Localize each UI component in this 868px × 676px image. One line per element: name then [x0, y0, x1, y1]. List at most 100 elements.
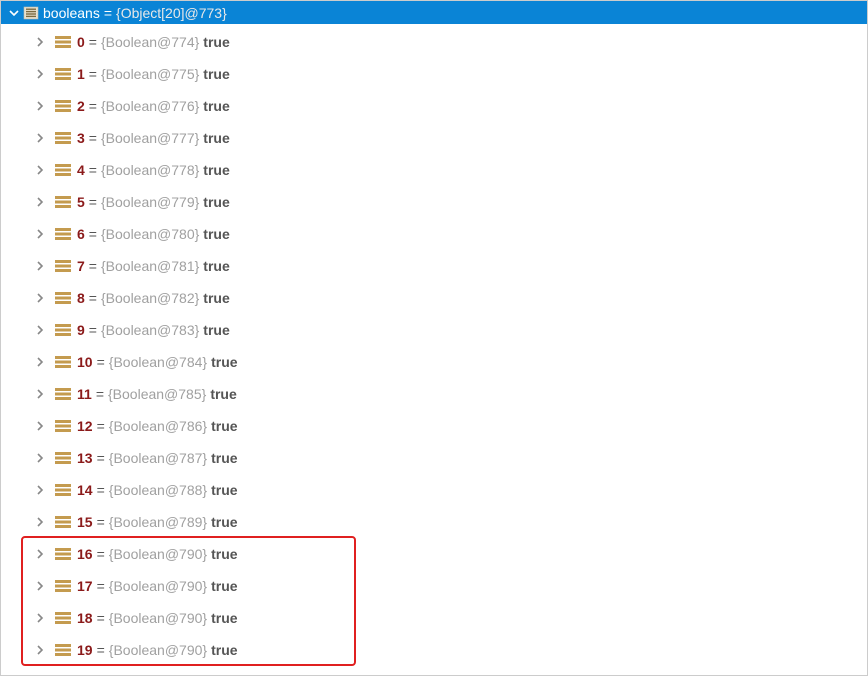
- chevron-right-icon: [35, 133, 49, 143]
- entry-index: 11: [77, 386, 92, 402]
- entry-value: true: [210, 386, 236, 402]
- entry-type-ref: {Boolean@788}: [109, 482, 207, 498]
- equals-label: =: [97, 546, 105, 562]
- array-entry[interactable]: 1 = {Boolean@775}true: [1, 58, 867, 90]
- array-entry[interactable]: 17 = {Boolean@790}true: [1, 570, 867, 602]
- entry-index: 18: [77, 610, 93, 626]
- entry-type-ref: {Boolean@785}: [108, 386, 206, 402]
- array-element-icon: [55, 515, 71, 529]
- array-entry[interactable]: 14 = {Boolean@788}true: [1, 474, 867, 506]
- entry-index: 9: [77, 322, 85, 338]
- entry-type-ref: {Boolean@774}: [101, 34, 199, 50]
- entry-type-ref: {Boolean@790}: [109, 578, 207, 594]
- entry-value: true: [203, 290, 229, 306]
- chevron-right-icon: [35, 421, 49, 431]
- array-element-icon: [55, 451, 71, 465]
- chevron-right-icon: [35, 325, 49, 335]
- array-entry[interactable]: 7 = {Boolean@781}true: [1, 250, 867, 282]
- entry-value: true: [203, 162, 229, 178]
- equals-label: =: [97, 450, 105, 466]
- chevron-right-icon: [35, 357, 49, 367]
- equals-label: =: [97, 514, 105, 530]
- array-entries-list: 0 = {Boolean@774}true1 = {Boolean@775}tr…: [1, 24, 867, 666]
- entry-type-ref: {Boolean@775}: [101, 66, 199, 82]
- entry-type-ref: {Boolean@786}: [109, 418, 207, 434]
- equals-label: =: [89, 130, 97, 146]
- entry-value: true: [203, 258, 229, 274]
- array-element-icon: [55, 419, 71, 433]
- equals-label: =: [89, 98, 97, 114]
- entry-value: true: [203, 34, 229, 50]
- entry-index: 8: [77, 290, 85, 306]
- entry-type-ref: {Boolean@787}: [109, 450, 207, 466]
- equals-label: =: [89, 322, 97, 338]
- entry-value: true: [211, 642, 237, 658]
- entry-index: 7: [77, 258, 85, 274]
- entry-value: true: [211, 514, 237, 530]
- entry-value: true: [203, 194, 229, 210]
- array-entry[interactable]: 12 = {Boolean@786}true: [1, 410, 867, 442]
- entry-index: 5: [77, 194, 85, 210]
- array-entry[interactable]: 3 = {Boolean@777}true: [1, 122, 867, 154]
- entry-index: 6: [77, 226, 85, 242]
- equals-label: =: [89, 162, 97, 178]
- entry-type-ref: {Boolean@782}: [101, 290, 199, 306]
- array-element-icon: [55, 387, 71, 401]
- entry-index: 16: [77, 546, 93, 562]
- array-element-icon: [55, 227, 71, 241]
- array-element-icon: [55, 323, 71, 337]
- array-element-icon: [55, 643, 71, 657]
- array-entry[interactable]: 15 = {Boolean@789}true: [1, 506, 867, 538]
- entry-type-ref: {Boolean@777}: [101, 130, 199, 146]
- equals-label: =: [89, 194, 97, 210]
- chevron-right-icon: [35, 517, 49, 527]
- chevron-right-icon: [35, 101, 49, 111]
- chevron-right-icon: [35, 645, 49, 655]
- array-entry[interactable]: 18 = {Boolean@790}true: [1, 602, 867, 634]
- entry-value: true: [211, 546, 237, 562]
- array-entry[interactable]: 2 = {Boolean@776}true: [1, 90, 867, 122]
- array-entry[interactable]: 11 = {Boolean@785}true: [1, 378, 867, 410]
- array-element-icon: [55, 547, 71, 561]
- array-entry[interactable]: 5 = {Boolean@779}true: [1, 186, 867, 218]
- entry-value: true: [211, 482, 237, 498]
- entry-index: 12: [77, 418, 93, 434]
- entry-index: 17: [77, 578, 93, 594]
- array-element-icon: [55, 67, 71, 81]
- chevron-right-icon: [35, 485, 49, 495]
- entry-index: 0: [77, 34, 85, 50]
- array-element-icon: [55, 195, 71, 209]
- array-element-icon: [55, 163, 71, 177]
- entry-type-ref: {Boolean@778}: [101, 162, 199, 178]
- array-entry[interactable]: 19 = {Boolean@790}true: [1, 634, 867, 666]
- array-entry[interactable]: 0 = {Boolean@774}true: [1, 26, 867, 58]
- equals-label: =: [89, 34, 97, 50]
- entry-type-ref: {Boolean@784}: [109, 354, 207, 370]
- array-entry[interactable]: 8 = {Boolean@782}true: [1, 282, 867, 314]
- entry-index: 13: [77, 450, 93, 466]
- entry-value: true: [203, 322, 229, 338]
- array-entry[interactable]: 9 = {Boolean@783}true: [1, 314, 867, 346]
- entry-index: 1: [77, 66, 85, 82]
- array-entry[interactable]: 13 = {Boolean@787}true: [1, 442, 867, 474]
- equals-label: =: [89, 258, 97, 274]
- array-entry[interactable]: 4 = {Boolean@778}true: [1, 154, 867, 186]
- array-entry[interactable]: 10 = {Boolean@784}true: [1, 346, 867, 378]
- chevron-right-icon: [35, 389, 49, 399]
- equals-label: =: [89, 290, 97, 306]
- equals-label: =: [97, 642, 105, 658]
- chevron-right-icon: [35, 453, 49, 463]
- entry-type-ref: {Boolean@790}: [109, 546, 207, 562]
- entry-value: true: [203, 66, 229, 82]
- root-variable-row[interactable]: booleans = {Object[20]@773}: [1, 1, 867, 24]
- equals-label: =: [97, 482, 105, 498]
- equals-label: =: [97, 610, 105, 626]
- entry-index: 4: [77, 162, 85, 178]
- equals-label: =: [96, 386, 104, 402]
- chevron-right-icon: [35, 293, 49, 303]
- chevron-right-icon: [35, 197, 49, 207]
- entry-type-ref: {Boolean@789}: [109, 514, 207, 530]
- chevron-right-icon: [35, 69, 49, 79]
- array-entry[interactable]: 6 = {Boolean@780}true: [1, 218, 867, 250]
- array-entry[interactable]: 16 = {Boolean@790}true: [1, 538, 867, 570]
